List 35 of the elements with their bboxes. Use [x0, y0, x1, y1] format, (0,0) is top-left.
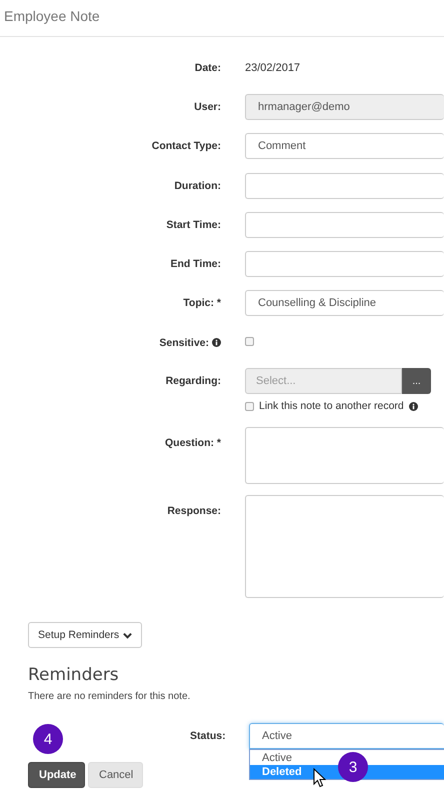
text-area[interactable] [245, 495, 444, 598]
setup-reminders-button[interactable]: Setup Reminders [28, 622, 142, 648]
step-badge: 4 [33, 724, 63, 754]
input-field[interactable] [245, 212, 444, 238]
input-field[interactable] [245, 251, 444, 278]
field-label: Sensitive: [159, 336, 209, 349]
checkbox[interactable] [245, 402, 254, 411]
field-label: Status: [190, 730, 227, 742]
input-field[interactable]: Counselling & Discipline [245, 290, 444, 316]
field-value: 23/02/2017 [245, 62, 300, 74]
status-select[interactable]: Active [249, 723, 444, 750]
checkbox-label: Link this note to another record [259, 400, 404, 412]
browse-button[interactable]: ... [402, 368, 431, 394]
field-label: Question: * [164, 437, 221, 450]
field-label: Duration: [174, 180, 221, 192]
update-button[interactable]: Update [28, 762, 85, 788]
field-label: End Time: [170, 258, 221, 270]
field-label: Regarding: [166, 375, 221, 388]
page-title: Employee Note [0, 0, 444, 37]
field-label: Contact Type: [152, 140, 221, 152]
field-label: User: [194, 100, 221, 113]
info-icon [408, 402, 418, 411]
field-label: Topic: * [183, 297, 221, 310]
input-field[interactable] [245, 172, 444, 199]
cancel-button[interactable]: Cancel [88, 762, 143, 788]
text-area[interactable] [245, 427, 444, 484]
field-label: Date: [194, 62, 221, 74]
section-heading: Reminders [28, 665, 120, 686]
checkbox[interactable] [245, 336, 254, 346]
field-label: Start Time: [166, 218, 221, 231]
chevron-down-icon [123, 632, 132, 639]
input-field: hrmanager@demo [245, 94, 444, 120]
field-label: Response: [167, 505, 221, 518]
empty-message: There are no reminders for this note. [28, 691, 192, 702]
input-field[interactable]: Comment [245, 133, 444, 160]
